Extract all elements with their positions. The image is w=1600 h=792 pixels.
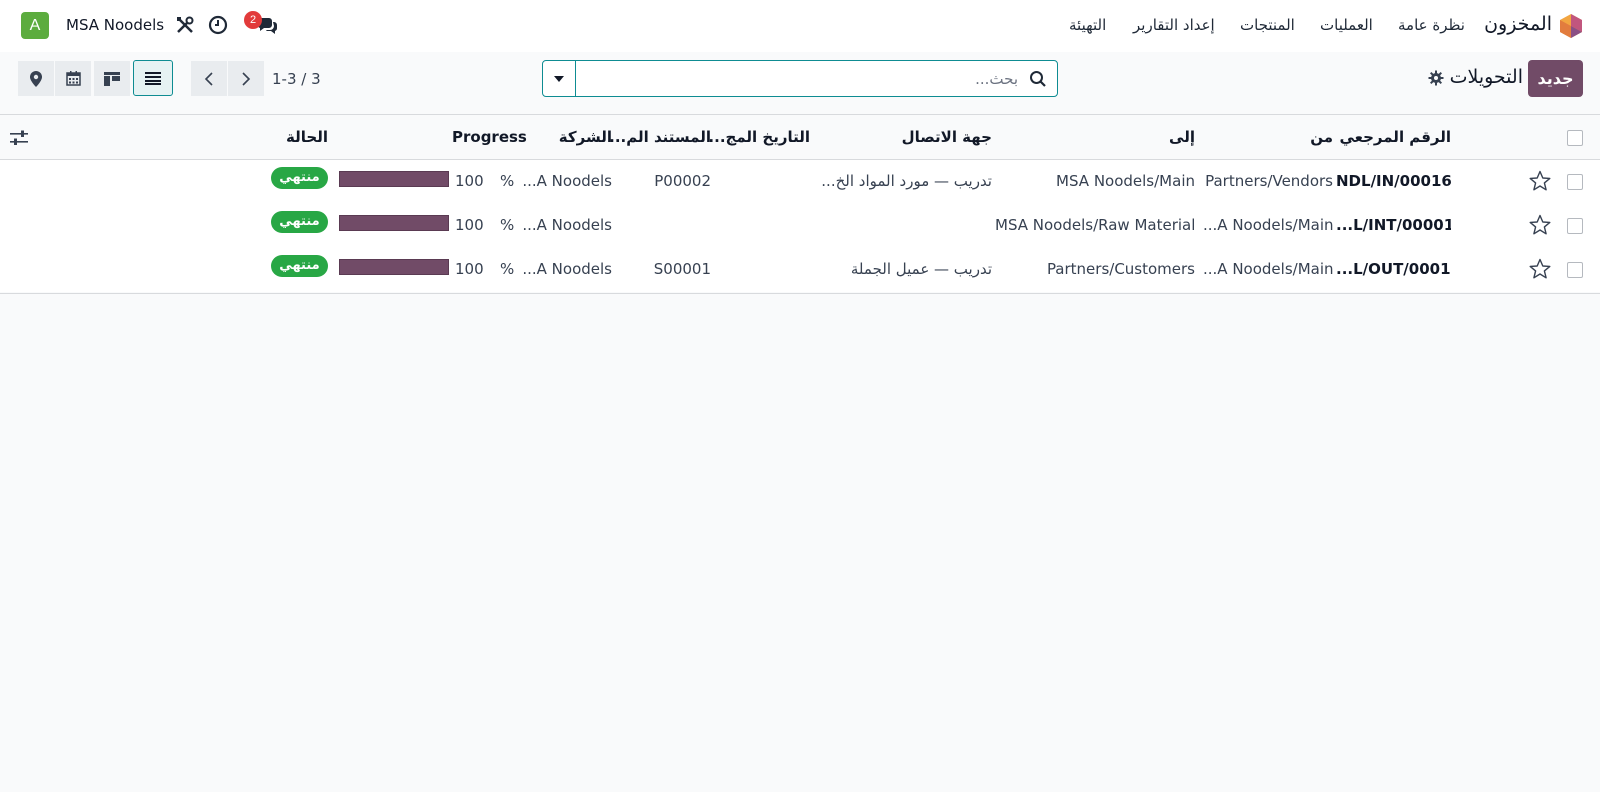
table-top-border [0, 114, 1600, 115]
progress-value: 100 [455, 216, 484, 234]
kanban-view-button[interactable] [94, 61, 130, 96]
cell-from: Partners/Vendors [1205, 172, 1333, 190]
chevron-right-icon [242, 71, 251, 86]
progress-percent-sign: % [500, 172, 515, 190]
cell-reference: ...L/INT/00001 [1336, 216, 1451, 234]
column-settings-icon[interactable] [10, 130, 28, 146]
cell-source-document: S00001 [653, 260, 711, 278]
col-reference[interactable]: الرقم المرجعي [1339, 128, 1451, 146]
cell-to: MSA Noodels/Raw Material [995, 216, 1195, 234]
chevron-left-icon [204, 71, 213, 86]
map-view-button[interactable] [18, 61, 54, 96]
menu-operations[interactable]: العمليات [1320, 16, 1373, 34]
calendar-view-icon [65, 71, 81, 86]
table-row[interactable]: ...L/OUT/00015 ...A Noodels/Main Partners/… [0, 248, 1600, 292]
star-icon[interactable] [1529, 170, 1551, 192]
clock-icon[interactable] [207, 14, 229, 36]
col-progress[interactable]: Progress [452, 128, 527, 146]
table-bottom-border [0, 293, 1600, 294]
col-status[interactable]: الحالة [286, 128, 328, 146]
col-to[interactable]: إلى [1169, 128, 1195, 146]
user-avatar[interactable]: A [21, 12, 49, 39]
pager-next-button[interactable] [228, 61, 264, 96]
cell-from: ...A Noodels/Main [1203, 216, 1333, 234]
caret-down-icon [554, 75, 564, 82]
cell-from: ...A Noodels/Main [1203, 260, 1333, 278]
progress-percent-sign: % [500, 216, 515, 234]
menu-overview[interactable]: نظرة عامة [1398, 16, 1465, 34]
progress-bar [339, 215, 449, 231]
cell-company: ...A Noodels [522, 172, 612, 190]
table-row[interactable]: NDL/IN/00016 Partners/Vendors MSA Noodels/… [0, 160, 1600, 204]
row-checkbox[interactable] [1567, 262, 1583, 278]
app-name[interactable]: المخزون [1484, 13, 1552, 35]
pager-previous-button[interactable] [191, 61, 227, 96]
row-checkbox[interactable] [1567, 174, 1583, 190]
search-icon[interactable] [1029, 70, 1047, 88]
messages-badge: 2 [244, 11, 262, 29]
search-input[interactable] [577, 61, 1022, 96]
menu-configuration[interactable]: التهيئة [1069, 16, 1106, 34]
status-badge: منتهي [271, 167, 328, 189]
cell-to: MSA Noodels/Main [1056, 172, 1195, 190]
new-button[interactable]: جديد [1528, 60, 1583, 97]
page-title: التحويلات [1449, 66, 1523, 88]
app-logo-icon[interactable] [1559, 13, 1583, 39]
status-badge: منتهي [271, 255, 328, 277]
cell-reference: NDL/IN/00016 [1336, 172, 1451, 190]
cell-company: ...A Noodels [522, 260, 612, 278]
gear-icon[interactable] [1428, 70, 1444, 86]
map-view-icon [30, 70, 42, 87]
cell-contact: تدريب — مورد المواد الخ... [821, 172, 992, 190]
col-source-document[interactable]: المستند الم... [609, 128, 711, 146]
tools-icon[interactable] [174, 14, 196, 36]
col-contact[interactable]: جهة الاتصال [902, 128, 992, 146]
kanban-view-icon [104, 71, 120, 86]
cell-contact: تدريب — عميل الجملة [850, 260, 992, 278]
cell-source-document: P00002 [654, 172, 711, 190]
table-row[interactable]: ...L/INT/00001 ...A Noodels/Main MSA Noode… [0, 204, 1600, 248]
progress-percent-sign: % [500, 260, 515, 278]
col-scheduled-date[interactable]: التاريخ المج... [708, 128, 810, 146]
search-options-toggle[interactable] [543, 61, 576, 96]
progress-value: 100 [455, 172, 484, 190]
cell-to: Partners/Customers [1046, 260, 1195, 278]
star-icon[interactable] [1529, 258, 1551, 280]
list-view-icon [145, 72, 161, 85]
progress-bar [339, 171, 449, 187]
list-view-button[interactable] [133, 60, 173, 96]
menu-reporting[interactable]: إعداد التقارير [1133, 16, 1215, 34]
progress-value: 100 [455, 260, 484, 278]
company-name[interactable]: MSA Noodels [66, 16, 164, 34]
star-icon[interactable] [1529, 214, 1551, 236]
top-navbar: المخزون نظرة عامة العمليات المنتجات إعدا… [0, 0, 1600, 52]
status-badge: منتهي [271, 211, 328, 233]
cell-company: ...A Noodels [522, 216, 612, 234]
cell-reference: ...L/OUT/00015 [1336, 260, 1451, 278]
calendar-view-button[interactable] [55, 61, 91, 96]
col-from[interactable]: من [1310, 128, 1333, 146]
select-all-checkbox[interactable] [1567, 130, 1583, 146]
row-checkbox[interactable] [1567, 218, 1583, 234]
pager-value[interactable]: 1-3 / 3 [272, 70, 321, 88]
col-company[interactable]: الشركة [559, 128, 612, 146]
search-box [542, 60, 1058, 97]
menu-products[interactable]: المنتجات [1240, 16, 1295, 34]
progress-bar [339, 259, 449, 275]
